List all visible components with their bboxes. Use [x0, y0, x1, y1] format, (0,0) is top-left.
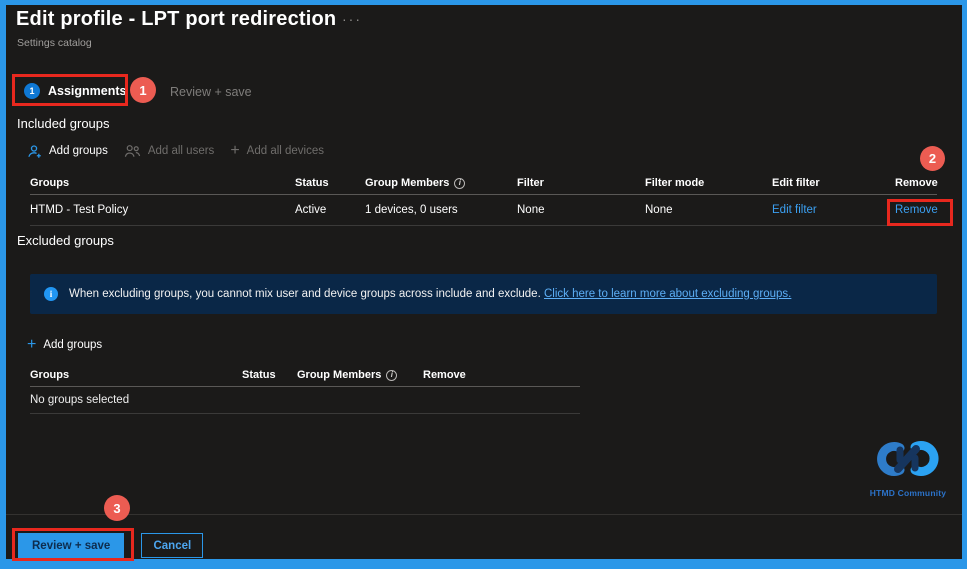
add-groups-label: Add groups: [49, 145, 108, 157]
col-groups: Groups: [30, 177, 70, 189]
add-all-users-button[interactable]: Add all users: [124, 144, 214, 158]
info-banner: i When excluding groups, you cannot mix …: [30, 274, 937, 314]
col-group-members: Group Members i: [365, 177, 517, 189]
group-filter-mode: None: [645, 204, 673, 216]
page-title: Edit profile - LPT port redirection: [16, 8, 337, 30]
annotation-badge-3: 3: [104, 495, 130, 521]
htmd-community-logo: HTMD Community: [860, 437, 956, 498]
col-edit-filter: Edit filter: [772, 177, 820, 189]
col-status: Status: [295, 177, 329, 189]
excluded-groups-toolbar: + Add groups: [27, 337, 102, 353]
edit-profile-window: Edit profile - LPT port redirection ··· …: [0, 0, 967, 569]
infinity-logo-icon: [877, 441, 939, 476]
add-groups-button[interactable]: Add groups: [27, 144, 108, 159]
group-status: Active: [295, 204, 327, 216]
review-save-button[interactable]: Review + save: [18, 533, 125, 558]
remove-link[interactable]: Remove: [895, 204, 938, 216]
annotation-badge-2: 2: [920, 146, 945, 171]
page-subtitle: Settings catalog: [17, 37, 92, 49]
table-row: HTMD - Test Policy Active 1 devices, 0 u…: [30, 195, 938, 226]
tab-review-save[interactable]: Review + save: [170, 85, 252, 99]
annotation-badge-1: 1: [130, 77, 156, 103]
more-options-icon[interactable]: ···: [342, 11, 362, 27]
tab-assignments-label: Assignments: [48, 84, 127, 98]
step-number-icon: 1: [24, 83, 40, 99]
excluded-table-header: Groups Status Group Members i Remove: [30, 364, 580, 387]
logo-label: HTMD Community: [869, 488, 947, 498]
excluded-groups-table: Groups Status Group Members i Remove No …: [30, 364, 580, 414]
edit-filter-link[interactable]: Edit filter: [772, 204, 895, 216]
info-banner-text: When excluding groups, you cannot mix us…: [69, 288, 792, 300]
plus-icon: +: [27, 336, 37, 353]
col-group-members: Group Members i: [297, 369, 423, 381]
col-remove: Remove: [423, 369, 466, 381]
group-name: HTMD - Test Policy: [30, 204, 129, 216]
people-icon: [124, 144, 141, 158]
col-remove: Remove: [895, 177, 938, 189]
excluded-add-groups-label: Add groups: [43, 339, 103, 351]
empty-table-message: No groups selected: [30, 387, 580, 414]
included-groups-table: Groups Status Group Members i Filter Fil…: [30, 172, 938, 226]
group-filter: None: [517, 204, 545, 216]
info-icon[interactable]: i: [454, 177, 466, 189]
add-all-devices-label: Add all devices: [246, 145, 325, 157]
col-filter-mode: Filter mode: [645, 177, 705, 189]
excluded-add-groups-button[interactable]: + Add groups: [27, 337, 102, 353]
info-icon[interactable]: i: [386, 369, 398, 381]
cancel-button[interactable]: Cancel: [141, 533, 204, 558]
included-groups-heading: Included groups: [17, 116, 110, 131]
add-person-icon: [27, 144, 42, 159]
footer-divider: [6, 514, 962, 515]
col-filter: Filter: [517, 177, 544, 189]
plus-icon: +: [230, 142, 240, 159]
col-groups: Groups: [30, 369, 70, 381]
group-members: 1 devices, 0 users: [365, 204, 458, 216]
footer-actions: Review + save Cancel: [18, 533, 204, 558]
info-banner-icon: i: [44, 287, 58, 301]
included-groups-toolbar: Add groups Add all users + Add all devic…: [27, 143, 324, 159]
col-status: Status: [242, 369, 276, 381]
tab-assignments[interactable]: 1 Assignments: [24, 83, 127, 99]
add-all-users-label: Add all users: [147, 145, 215, 157]
excluded-groups-heading: Excluded groups: [17, 233, 114, 248]
learn-more-link[interactable]: Click here to learn more about excluding…: [544, 288, 791, 300]
included-table-header: Groups Status Group Members i Filter Fil…: [30, 172, 938, 195]
add-all-devices-button[interactable]: + Add all devices: [230, 143, 324, 159]
